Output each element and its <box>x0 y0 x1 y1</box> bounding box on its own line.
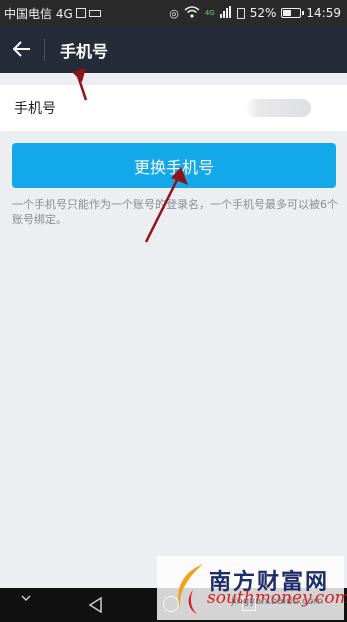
title-bar: 手机号 <box>0 26 347 73</box>
back-arrow-icon <box>12 38 31 62</box>
watermark-logo-icon <box>178 564 203 614</box>
battery-percent: 52% <box>249 6 277 20</box>
phone-number-row[interactable]: 手机号 <box>0 85 347 131</box>
watermark-site: jingyan.baidu.com <box>231 596 324 607</box>
keyboard-icon <box>88 9 101 17</box>
status-bar: 中国电信 4G ◎ 4G 52% 14:59 <box>0 0 347 26</box>
battery-icon <box>281 8 305 18</box>
binding-note: 一个手机号只能作为一个账号的登录名，一个手机号最多可以被6个账号绑定。 <box>12 198 338 226</box>
signal-icon <box>219 5 232 21</box>
vibrate-icon: ◎ <box>169 6 179 20</box>
phone-number-value-redacted <box>245 99 311 117</box>
network-type-label: 4G <box>204 9 215 17</box>
back-button[interactable] <box>0 26 44 73</box>
sim-icon <box>236 7 245 19</box>
watermark: 南方财富网 southmoney.com jingyan.baidu.com <box>157 556 347 620</box>
carrier-label: 中国电信 4G <box>4 6 73 21</box>
chevron-down-icon[interactable] <box>20 592 32 606</box>
gallery-icon <box>75 8 86 18</box>
nav-back-icon[interactable] <box>88 596 104 617</box>
phone-number-label: 手机号 <box>14 101 56 117</box>
page-title: 手机号 <box>60 41 109 61</box>
wifi-icon <box>184 5 200 21</box>
change-phone-button[interactable]: 更换手机号 <box>12 143 336 188</box>
title-divider <box>44 38 45 61</box>
clock: 14:59 <box>306 6 341 20</box>
